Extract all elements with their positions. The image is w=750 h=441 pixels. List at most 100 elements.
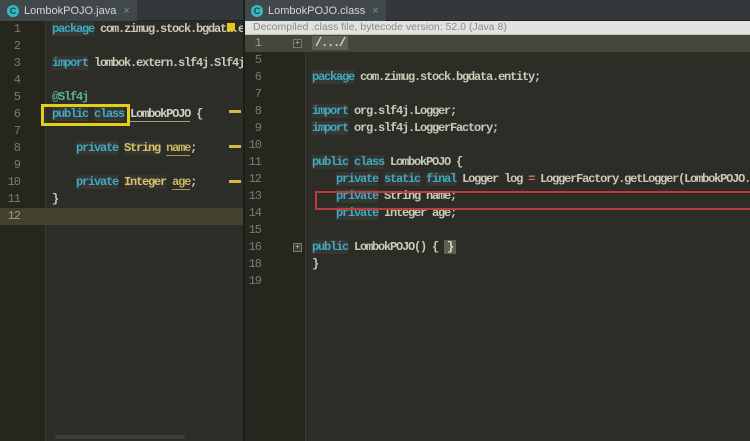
token-kw: private <box>76 175 119 189</box>
line-number[interactable]: 1 <box>0 21 21 38</box>
line-number[interactable]: 10 <box>0 174 21 191</box>
class-icon: C <box>251 4 263 17</box>
code-line[interactable] <box>306 222 312 239</box>
code-line[interactable] <box>306 137 312 154</box>
code-row: 4 <box>0 72 243 89</box>
token-type: Integer <box>124 175 167 189</box>
line-number[interactable]: 4 <box>0 72 21 89</box>
code-row: 12 <box>0 208 243 225</box>
gutter-fold-column: + <box>261 239 306 256</box>
line-number[interactable]: 16 <box>245 239 262 256</box>
line-number[interactable]: 15 <box>245 222 262 239</box>
line-number[interactable]: 2 <box>0 38 21 55</box>
token-pl: } <box>312 257 319 271</box>
line-number[interactable]: 8 <box>245 103 262 120</box>
code-line[interactable]: /.../ <box>306 35 349 52</box>
line-number[interactable]: 19 <box>245 273 262 290</box>
token-field: age <box>172 175 191 190</box>
code-row: 11} <box>0 191 243 208</box>
token-ann: @Slf4j <box>52 90 89 104</box>
warning-stripe-mark[interactable] <box>229 180 241 183</box>
code-row: 15 <box>245 222 750 239</box>
warning-stripe-mark[interactable] <box>229 145 241 148</box>
code-line[interactable]: public class LombokPOJO { <box>306 154 463 171</box>
line-number[interactable]: 10 <box>245 137 262 154</box>
gutter-fold-column: + <box>261 35 306 52</box>
code-row: 5 <box>245 52 750 69</box>
token-pl: LoggerFactory.getLogger(LombokPOJO. <box>534 172 750 186</box>
tab-lombokpojo-class[interactable]: C LombokPOJO.class × <box>244 0 386 21</box>
line-number[interactable]: 6 <box>245 69 262 86</box>
line-number[interactable]: 6 <box>0 106 21 123</box>
line-number[interactable]: 9 <box>0 157 21 174</box>
code-line[interactable] <box>46 208 52 225</box>
code-line[interactable]: package com.zimug.stock.bgdata.entity; <box>46 21 243 38</box>
tab-title: LombokPOJO.java <box>24 4 117 17</box>
line-number[interactable]: 3 <box>0 55 21 72</box>
code-line[interactable] <box>306 273 312 290</box>
horizontal-scrollbar[interactable] <box>55 435 185 439</box>
gutter-fold-column <box>20 55 46 72</box>
line-number[interactable]: 14 <box>245 205 262 222</box>
code-line[interactable] <box>46 157 52 174</box>
code-row: 11 public class LombokPOJO { <box>245 154 750 171</box>
line-number[interactable]: 11 <box>245 154 262 171</box>
gutter-fold-column <box>261 120 306 137</box>
code-line[interactable]: import org.slf4j.Logger; <box>306 103 457 120</box>
warning-stripe-indicator[interactable] <box>227 23 235 31</box>
code-line[interactable] <box>306 52 312 69</box>
token-pl: { <box>190 107 203 121</box>
gutter-fold-column <box>20 208 46 225</box>
gutter-fold-column <box>261 171 306 188</box>
fold-expand-icon[interactable]: + <box>293 39 302 48</box>
code-row: 12 private static final Logger log = Log… <box>245 171 750 188</box>
line-number[interactable]: 18 <box>245 256 262 273</box>
line-number[interactable]: 13 <box>245 188 262 205</box>
token-field: name <box>166 141 191 156</box>
token-pl: lombok.extern.slf4j.Slf4j; <box>88 56 243 70</box>
fold-expand-icon[interactable]: + <box>293 243 302 252</box>
token-kw: public <box>312 240 349 254</box>
line-number[interactable]: 5 <box>0 89 21 106</box>
line-number[interactable]: 9 <box>245 120 262 137</box>
code-line[interactable]: public LombokPOJO() { } <box>306 239 457 256</box>
code-row: 9 <box>0 157 243 174</box>
code-line[interactable]: private static final Logger log = Logger… <box>306 171 750 188</box>
code-line[interactable]: private String name; <box>46 140 197 157</box>
code-row: 7 <box>245 86 750 103</box>
code-line[interactable]: } <box>306 256 319 273</box>
line-number[interactable]: 7 <box>0 123 21 140</box>
token-pl: Logger log <box>456 172 529 186</box>
gutter-fold-column <box>20 140 46 157</box>
line-number[interactable]: 5 <box>245 52 262 69</box>
code-line[interactable]: import org.slf4j.LoggerFactory; <box>306 120 499 137</box>
code-line[interactable]: import lombok.extern.slf4j.Slf4j; <box>46 55 243 72</box>
token-kw: package <box>52 22 95 36</box>
gutter-fold-column <box>261 154 306 171</box>
gutter-fold-column <box>261 205 306 222</box>
code-line[interactable] <box>306 86 312 103</box>
code-row: 18} <box>245 256 750 273</box>
code-line[interactable]: } <box>46 191 59 208</box>
close-icon[interactable]: × <box>372 5 378 17</box>
line-number[interactable]: 1 <box>245 35 262 52</box>
code-row: 9 import org.slf4j.LoggerFactory; <box>245 120 750 137</box>
line-number[interactable]: 12 <box>245 171 262 188</box>
code-line[interactable]: private Integer age; <box>46 174 197 191</box>
code-line[interactable] <box>46 38 52 55</box>
tab-lombokpojo-java[interactable]: C LombokPOJO.java × <box>0 0 137 21</box>
gutter-fold-column <box>261 188 306 205</box>
line-number[interactable]: 7 <box>245 86 262 103</box>
line-number[interactable]: 8 <box>0 140 21 157</box>
code-line[interactable]: package com.zimug.stock.bgdata.entity; <box>306 69 541 86</box>
gutter-fold-column <box>261 86 306 103</box>
line-number[interactable]: 11 <box>0 191 21 208</box>
warning-stripe-mark[interactable] <box>229 110 241 113</box>
code-line[interactable] <box>46 72 52 89</box>
line-number[interactable]: 12 <box>0 208 21 225</box>
token-kw: public <box>312 155 349 169</box>
close-icon[interactable]: × <box>123 5 129 17</box>
gutter-fold-column <box>20 72 46 89</box>
token-pl: org.slf4j.Logger; <box>348 104 457 118</box>
